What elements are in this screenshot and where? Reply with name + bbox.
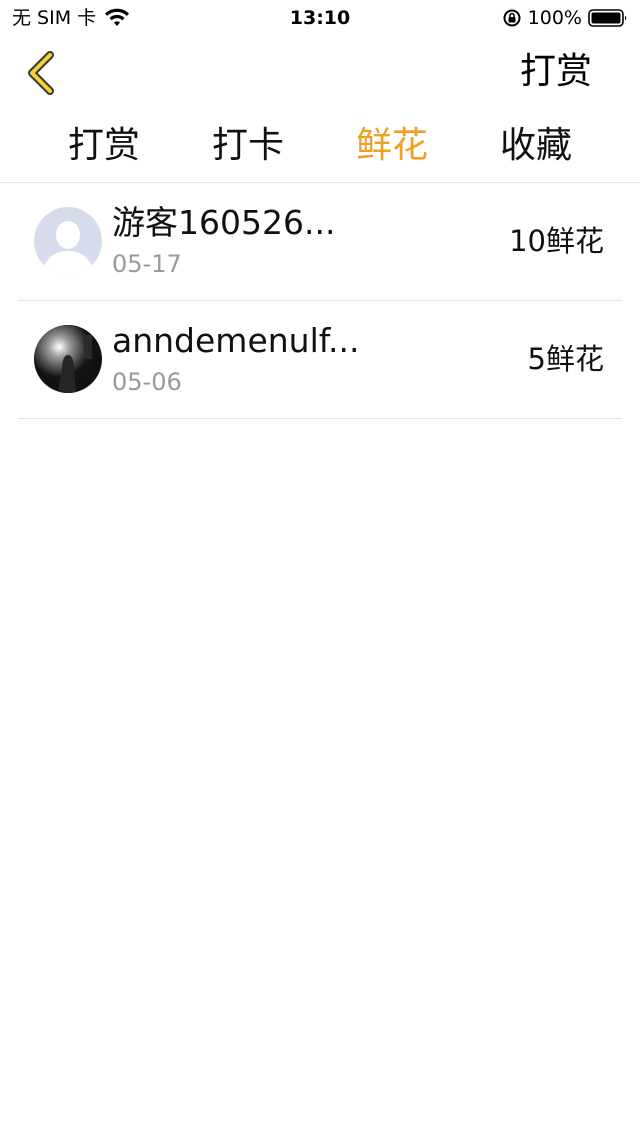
tab-reward[interactable]: 打赏 (32, 118, 176, 174)
reward-button[interactable]: 打赏 (520, 48, 592, 96)
battery-icon (588, 9, 627, 27)
back-chevron-icon[interactable] (22, 50, 62, 96)
avatar (34, 325, 102, 393)
list-item[interactable]: anndemenulf... 05-06 5鲜花 (18, 301, 622, 419)
item-date: 05-06 (112, 368, 182, 396)
tab-flowers[interactable]: 鲜花 (320, 118, 464, 174)
status-right: 100% (502, 6, 628, 30)
photo-avatar-icon (34, 325, 102, 393)
user-name: 游客160526... (112, 203, 336, 242)
rotation-lock-icon (503, 9, 521, 27)
default-avatar-icon (34, 207, 102, 275)
status-bar: 无 SIM 卡 13:10 100% (0, 0, 640, 36)
list-item[interactable]: 游客160526... 05-17 10鲜花 (18, 183, 622, 301)
user-name: anndemenulf... (112, 321, 360, 360)
flower-list: 游客160526... 05-17 10鲜花 anndemenulf... 05… (18, 183, 622, 419)
flower-amount: 10鲜花 (509, 224, 604, 258)
item-date: 05-17 (112, 250, 182, 278)
flower-amount: 5鲜花 (527, 342, 604, 376)
tab-checkin[interactable]: 打卡 (176, 118, 320, 174)
tab-bar: 打赏 打卡 鲜花 收藏 (32, 118, 608, 174)
avatar (34, 207, 102, 275)
battery-percent: 100% (527, 7, 582, 29)
tab-favorites[interactable]: 收藏 (464, 118, 608, 174)
